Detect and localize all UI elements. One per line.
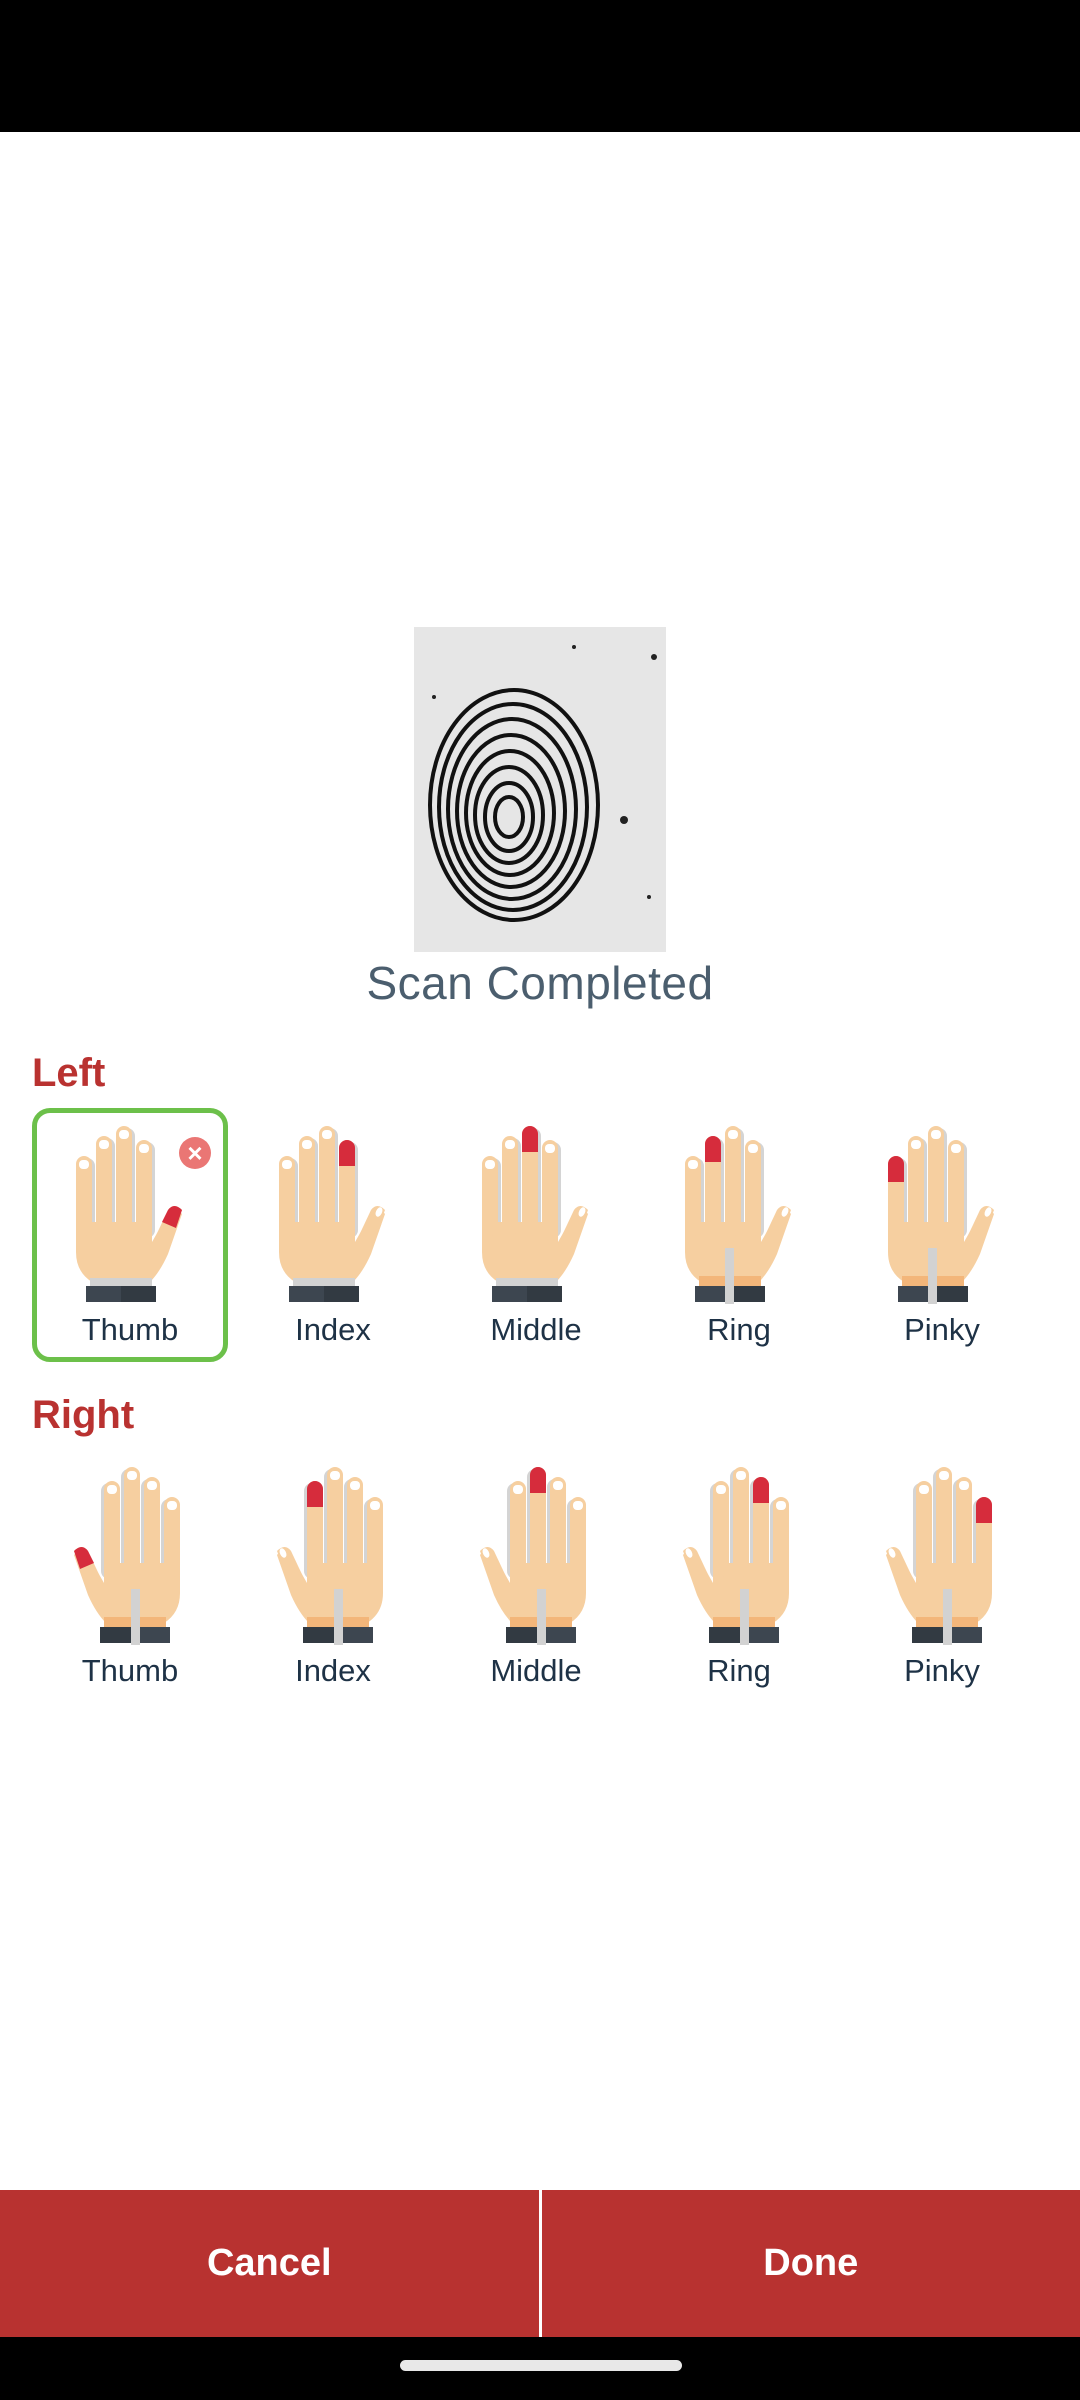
fingerprint-image (414, 627, 666, 952)
remove-icon[interactable]: × (179, 1137, 211, 1169)
right-index-finger-option[interactable]: Index (235, 1449, 431, 1703)
right-pinky-finger-option[interactable]: Pinky (844, 1449, 1040, 1703)
hand-icon (886, 1467, 992, 1645)
middle-finger (327, 1467, 343, 1577)
hand-icon (888, 1126, 994, 1304)
index-finger (713, 1481, 729, 1577)
ring-finger (550, 1477, 566, 1577)
left-index-finger-option[interactable]: Index (235, 1108, 431, 1362)
finger-label: Ring (707, 1312, 771, 1347)
finger-label: Pinky (904, 1312, 980, 1347)
middle-finger (725, 1126, 741, 1236)
middle-finger (319, 1126, 335, 1236)
finger-label: Thumb (81, 1653, 179, 1688)
ring-finger (144, 1477, 160, 1577)
finger-label: Thumb (81, 1312, 179, 1347)
finger-label: Middle (490, 1312, 582, 1347)
fingerprint-icon (414, 627, 666, 952)
index-finger (916, 1481, 932, 1577)
index-finger (948, 1140, 964, 1236)
finger-label: Pinky (904, 1653, 980, 1688)
middle-finger (733, 1467, 749, 1577)
hand-icon (74, 1467, 180, 1645)
cancel-button[interactable]: Cancel (0, 2190, 539, 2337)
index-finger (104, 1481, 120, 1577)
finger-label: Middle (490, 1653, 582, 1688)
status-bar (0, 0, 1080, 132)
ring-finger (299, 1136, 315, 1236)
hand-icon (685, 1126, 791, 1304)
hand-icon (279, 1126, 385, 1302)
right-hand-fingers: Thumb Index Middle Ring Pinky (32, 1449, 1052, 1709)
middle-finger (928, 1126, 944, 1236)
hand-icon (480, 1467, 586, 1645)
left-hand-label: Left (32, 1051, 106, 1095)
finger-label: Ring (707, 1653, 771, 1688)
left-middle-finger-option[interactable]: Middle (438, 1108, 634, 1362)
index-finger (542, 1140, 558, 1236)
index-finger (510, 1481, 526, 1577)
middle-finger (124, 1467, 140, 1577)
hand-icon (277, 1467, 383, 1645)
ring-finger (502, 1136, 518, 1236)
done-button[interactable]: Done (541, 2190, 1080, 2337)
left-pinky-finger-option[interactable]: Pinky (844, 1108, 1040, 1362)
ring-finger (347, 1477, 363, 1577)
right-hand-label: Right (32, 1393, 135, 1437)
left-thumb-finger-option[interactable]: × Thumb (32, 1108, 228, 1362)
middle-finger (116, 1126, 132, 1236)
index-finger (745, 1140, 761, 1236)
finger-label: Index (295, 1312, 371, 1347)
navigation-bar (0, 2337, 1080, 2400)
hand-icon (76, 1126, 182, 1302)
finger-label: Index (295, 1653, 371, 1688)
ring-finger (96, 1136, 112, 1236)
hand-icon (683, 1467, 789, 1645)
action-bar: Cancel Done (0, 2190, 1080, 2337)
right-ring-finger-option[interactable]: Ring (641, 1449, 837, 1703)
ring-finger (908, 1136, 924, 1236)
middle-finger (936, 1467, 952, 1577)
right-middle-finger-option[interactable]: Middle (438, 1449, 634, 1703)
hand-icon (482, 1126, 588, 1302)
ring-finger (956, 1477, 972, 1577)
left-ring-finger-option[interactable]: Ring (641, 1108, 837, 1362)
left-hand-fingers: × Thumb Index Middle Ring Pinky (32, 1108, 1052, 1368)
right-thumb-finger-option[interactable]: Thumb (32, 1449, 228, 1703)
home-indicator[interactable] (400, 2360, 682, 2371)
index-finger (136, 1140, 152, 1236)
scan-status-text: Scan Completed (366, 957, 714, 1009)
